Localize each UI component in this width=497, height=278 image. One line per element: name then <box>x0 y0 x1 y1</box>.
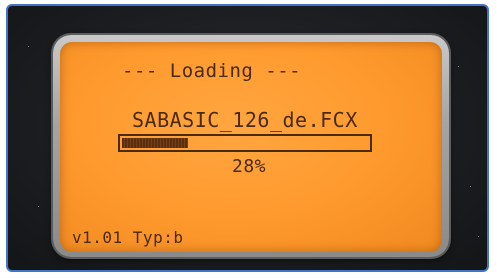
photo-frame: --- Loading --- SABASIC_126_de.FCX 28% v… <box>6 4 489 272</box>
progress-fill <box>122 138 188 148</box>
progress-percent: 28% <box>232 156 267 177</box>
loading-title: --- Loading --- <box>122 60 302 82</box>
dust-speck <box>478 236 479 237</box>
progress-bar <box>118 134 372 152</box>
dust-speck <box>38 206 39 207</box>
dust-speck <box>470 186 471 187</box>
version-info: v1.01 Typ:b <box>72 228 184 247</box>
file-name: SABASIC_126_de.FCX <box>132 108 358 132</box>
dust-speck <box>28 46 29 47</box>
lcd-screen: --- Loading --- SABASIC_126_de.FCX 28% v… <box>60 42 442 252</box>
dust-speck <box>458 66 459 67</box>
